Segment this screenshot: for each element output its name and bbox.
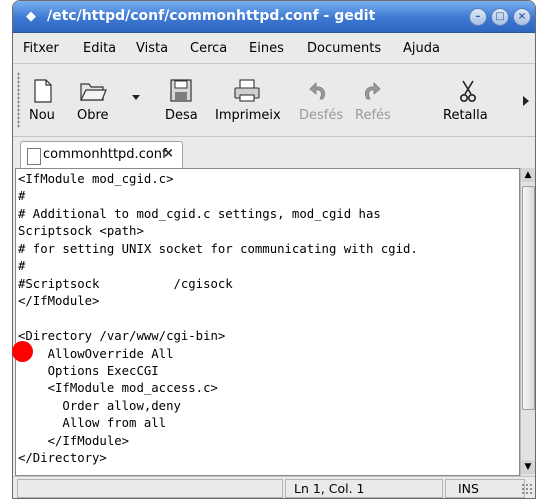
- print-icon: [234, 79, 260, 102]
- toolbar: Nou Obre Desa Imprimeix Desfés Refés Ret…: [13, 64, 535, 137]
- save-floppy-icon: [170, 79, 192, 102]
- maximize-icon[interactable]: □: [491, 8, 509, 26]
- scissors-icon: [460, 80, 477, 102]
- vertical-scrollbar[interactable]: ▲ ▼: [520, 168, 535, 476]
- cut-button[interactable]: Retalla: [443, 64, 493, 136]
- menu-fitxer[interactable]: Fitxer: [23, 41, 59, 56]
- menu-edita[interactable]: Edita: [83, 41, 116, 56]
- new-label: Nou: [29, 108, 55, 123]
- menu-documents[interactable]: Documents: [307, 41, 381, 56]
- open-button[interactable]: Obre: [71, 64, 113, 136]
- menu-bar: Fitxer Edita Vista Cerca Eines Documents…: [13, 33, 535, 64]
- tab-commonhttpd-conf[interactable]: commonhttpd.conf ×: [20, 141, 183, 169]
- open-folder-icon: [80, 83, 107, 101]
- window-menu-icon[interactable]: ◆: [23, 9, 39, 25]
- toolbar-grip-icon[interactable]: [17, 72, 20, 128]
- tab-label: commonhttpd.conf: [43, 147, 167, 162]
- window-title: /etc/httpd/conf/commonhttpd.conf - gedit: [47, 8, 376, 24]
- save-label: Desa: [165, 108, 198, 123]
- editor-content[interactable]: <IfModule mod_cgid.c> # # Additional to …: [18, 171, 418, 468]
- chevron-down-icon: [132, 95, 140, 100]
- print-label: Imprimeix: [215, 108, 281, 123]
- title-bar[interactable]: ◆ /etc/httpd/conf/commonhttpd.conf - ged…: [13, 1, 535, 33]
- scroll-down-icon[interactable]: ▼: [521, 460, 535, 474]
- new-document-icon: [34, 79, 52, 103]
- menu-cerca[interactable]: Cerca: [190, 41, 227, 56]
- text-editor[interactable]: <IfModule mod_cgid.c> # # Additional to …: [15, 168, 520, 476]
- print-button[interactable]: Imprimeix: [211, 64, 281, 136]
- redo-label: Refés: [355, 108, 391, 123]
- status-message: [17, 479, 283, 498]
- cut-label: Retalla: [443, 108, 488, 123]
- status-bar: Ln 1, Col. 1 INS: [13, 476, 535, 498]
- document-icon: [27, 148, 41, 165]
- open-recent-dropdown[interactable]: [129, 64, 143, 136]
- menu-ajuda[interactable]: Ajuda: [403, 41, 440, 56]
- toolbar-overflow-button[interactable]: [519, 64, 533, 136]
- menu-vista[interactable]: Vista: [136, 41, 168, 56]
- chevron-right-icon: [523, 96, 529, 106]
- minimize-icon[interactable]: –: [469, 8, 487, 26]
- undo-label: Desfés: [299, 108, 344, 123]
- red-dot-marker: [12, 341, 33, 362]
- document-tabs: commonhttpd.conf ×: [13, 137, 535, 169]
- scrollbar-thumb[interactable]: [522, 186, 535, 410]
- undo-icon: [309, 82, 325, 100]
- redo-button[interactable]: Refés: [349, 64, 393, 136]
- gedit-window: ◆ /etc/httpd/conf/commonhttpd.conf - ged…: [12, 0, 536, 499]
- tab-close-icon[interactable]: ×: [163, 146, 174, 161]
- menu-eines[interactable]: Eines: [249, 41, 284, 56]
- cursor-position: Ln 1, Col. 1: [285, 479, 443, 498]
- resize-grip-icon[interactable]: [521, 483, 533, 495]
- undo-button[interactable]: Desfés: [295, 64, 344, 136]
- open-label: Obre: [77, 108, 109, 123]
- save-button[interactable]: Desa: [159, 64, 199, 136]
- scroll-up-icon[interactable]: ▲: [521, 168, 535, 182]
- close-icon[interactable]: ×: [513, 8, 531, 26]
- new-button[interactable]: Nou: [25, 64, 61, 136]
- insert-mode: INS: [445, 479, 525, 498]
- redo-icon: [365, 82, 381, 100]
